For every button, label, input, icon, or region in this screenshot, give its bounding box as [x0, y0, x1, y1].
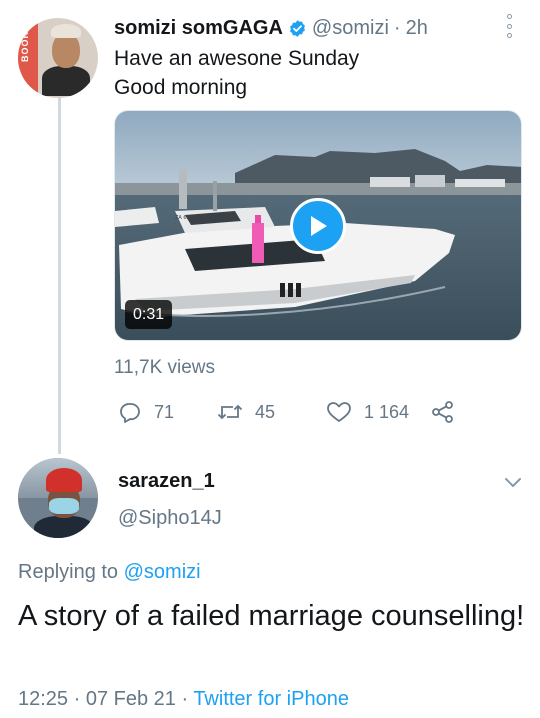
reply-button[interactable]: 71 [118, 398, 174, 426]
reply-author-name[interactable]: sarazen_1 [118, 470, 215, 493]
header-separator: · [393, 16, 401, 39]
reply-meta: 12:25 · 07 Feb 21 · Twitter for iPhone [18, 688, 349, 711]
video-duration: 0:31 [125, 300, 173, 329]
reply-source-link[interactable]: Twitter for iPhone [193, 688, 349, 710]
view-count: 11,7K views [114, 357, 216, 378]
boat-registration: ZA 6598 [175, 215, 196, 221]
retweet-icon [217, 404, 243, 420]
more-options-icon[interactable] [502, 14, 516, 38]
author-name[interactable]: somizi somGAGA [114, 17, 283, 40]
reply-icon [120, 403, 140, 423]
retweet-button[interactable]: 45 [217, 398, 275, 426]
reply-author-handle[interactable]: @Sipho14J [118, 507, 222, 530]
chevron-down-icon[interactable] [503, 472, 523, 492]
author-avatar[interactable]: BOOKINGS [18, 18, 98, 98]
reply-text: A story of a failed marriage counselling… [18, 600, 525, 632]
like-count: 1 164 [364, 401, 410, 422]
tweet-actions: 71 45 1 164 [114, 398, 474, 426]
avatar-badge-text: BOOKINGS [20, 18, 30, 62]
author-handle[interactable]: @somizi [312, 17, 389, 40]
tweet-time[interactable]: 2h [406, 17, 428, 40]
share-button[interactable] [430, 398, 468, 426]
thread-connector-line [58, 98, 61, 454]
like-icon [327, 402, 351, 422]
video-player[interactable]: ZA 6598 0:31 [114, 110, 522, 341]
tweet-text: Have an awesone Sunday Good morning [114, 44, 359, 102]
reply-author-avatar[interactable] [18, 458, 98, 538]
tweet-header: somizi somGAGA @somizi · 2h [114, 15, 428, 41]
replying-prefix: Replying to [18, 561, 119, 583]
like-button[interactable]: 1 164 [326, 398, 409, 426]
reply-timestamp[interactable]: 12:25 · 07 Feb 21 · [18, 688, 193, 710]
reply-count: 71 [154, 401, 175, 422]
play-button[interactable] [290, 198, 346, 254]
replying-mention-link[interactable]: @somizi [124, 561, 201, 583]
tweet-text-line: Have an awesone Sunday [114, 47, 360, 70]
replying-to: Replying to @somizi [18, 561, 201, 584]
share-icon [432, 401, 453, 423]
tweet-text-line: Good morning [114, 76, 248, 99]
play-icon [311, 216, 327, 236]
verified-badge-icon [289, 19, 305, 37]
retweet-count: 45 [255, 401, 276, 422]
avatar-badge: BOOKINGS [18, 18, 38, 98]
